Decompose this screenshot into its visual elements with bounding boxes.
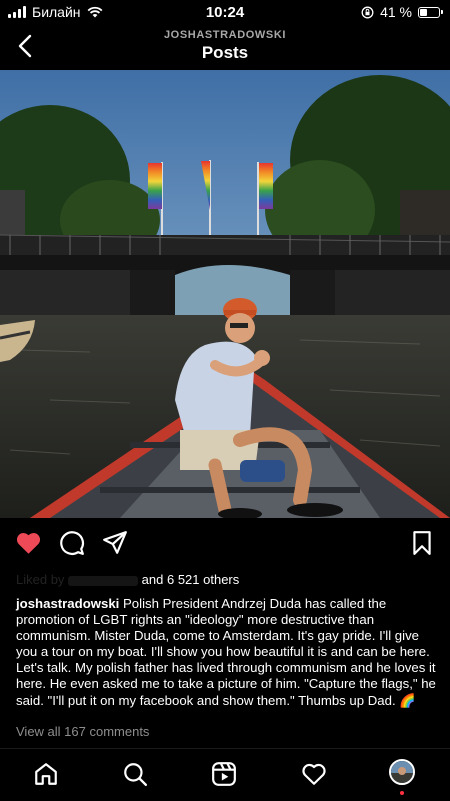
likes-summary[interactable]: Liked by and 6 521 others <box>16 572 436 587</box>
page-title: Posts <box>201 43 249 62</box>
notification-dot <box>400 791 404 795</box>
likes-count: and 6 521 others <box>141 572 240 587</box>
comment-icon[interactable] <box>59 530 85 556</box>
post-image[interactable] <box>0 70 450 518</box>
header: JOSHASTRADOWSKI Posts <box>0 24 450 68</box>
heart-filled-icon[interactable] <box>15 530 42 555</box>
status-bar: Билайн 10:24 41 % <box>0 0 450 24</box>
post-actions <box>0 528 450 562</box>
bookmark-icon[interactable] <box>410 530 434 556</box>
search-icon[interactable] <box>122 761 148 787</box>
activity-heart-icon[interactable] <box>301 761 327 787</box>
profile-avatar[interactable] <box>389 759 415 785</box>
paper-plane-icon[interactable] <box>102 530 128 556</box>
liked-by-blurred: Liked by <box>16 572 69 587</box>
caption-text: Polish President Andrzej Duda has called… <box>16 596 436 708</box>
view-all-comments-link[interactable]: View all 167 comments <box>16 724 149 739</box>
battery-percent: 41 % <box>380 4 412 20</box>
orientation-lock-icon <box>361 6 374 18</box>
avatar-image <box>391 761 413 783</box>
battery-icon <box>418 6 443 18</box>
status-right: 41 % <box>361 4 443 20</box>
post-photo-illustration <box>0 70 450 518</box>
profile-tab[interactable] <box>389 759 415 795</box>
bottom-tab-bar <box>0 748 450 801</box>
header-username: JOSHASTRADOWSKI <box>163 29 287 41</box>
post-caption: joshastradowski Polish President Andrzej… <box>16 596 436 709</box>
caption-author[interactable]: joshastradowski <box>16 596 119 611</box>
home-icon[interactable] <box>33 761 59 787</box>
reels-icon[interactable] <box>211 761 237 787</box>
